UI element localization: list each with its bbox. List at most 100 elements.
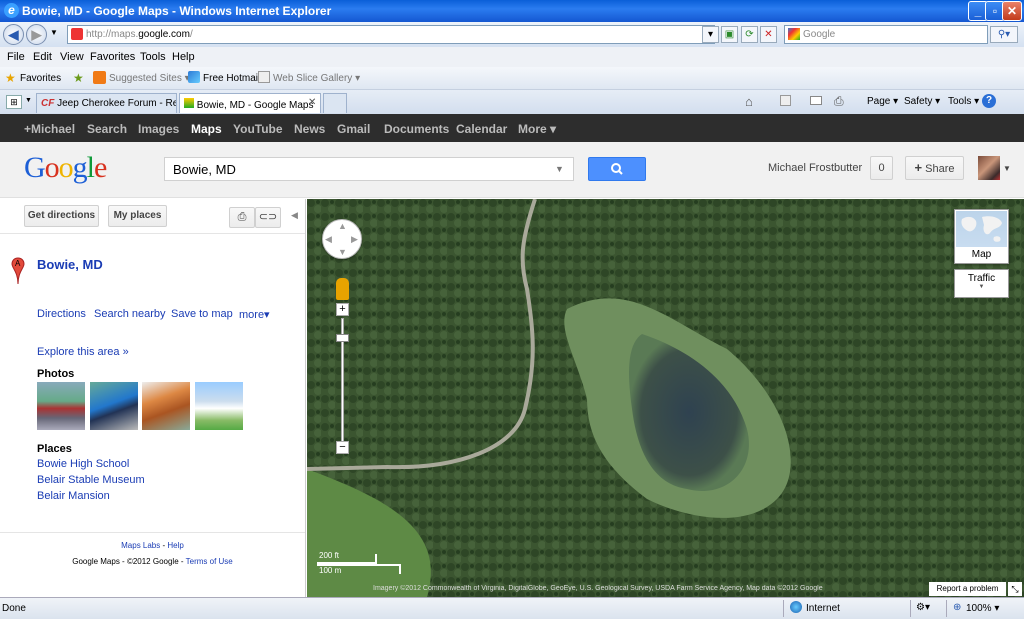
share-label: Share <box>925 163 955 175</box>
protected-mode-icon[interactable]: ⚙▾ <box>916 602 930 613</box>
ie-search-input[interactable]: Google <box>784 25 988 44</box>
print-button[interactable]: ⎙ <box>229 207 255 228</box>
place-link-bowie-high-school[interactable]: Bowie High School <box>37 458 129 470</box>
save-to-map-link[interactable]: Save to map <box>171 308 233 320</box>
pan-left-icon[interactable]: ◀ <box>325 234 332 245</box>
address-input[interactable]: http://maps.google.com/ <box>67 25 715 44</box>
share-button[interactable]: + Share <box>905 156 964 180</box>
gbar-more[interactable]: More ▾ <box>518 122 556 136</box>
menu-help[interactable]: Help <box>172 51 195 63</box>
gbar-documents[interactable]: Documents <box>384 122 449 136</box>
free-hotmail-link[interactable]: Free Hotmail <box>203 73 260 84</box>
zoom-out-button[interactable]: − <box>336 441 349 454</box>
search-dropdown-icon[interactable]: ▼ <box>555 164 564 174</box>
link-button[interactable]: ⊂⊃ <box>255 207 281 228</box>
gbar-profile[interactable]: +Michael <box>24 122 75 136</box>
feeds-icon[interactable] <box>780 95 791 106</box>
google-logo[interactable]: Google <box>24 151 107 185</box>
gbar-youtube[interactable]: YouTube <box>233 122 283 136</box>
compat-view-icon[interactable]: ▣ <box>721 26 738 43</box>
menu-edit[interactable]: Edit <box>33 51 52 63</box>
gbar-news[interactable]: News <box>294 122 325 136</box>
tools-menu[interactable]: Tools ▾ <box>948 96 979 107</box>
photo-thumbnail[interactable] <box>37 382 85 430</box>
gbar-maps[interactable]: Maps <box>191 122 222 136</box>
maps-header: Google Bowie, MD ▼ Michael Frostbutter 0… <box>0 142 1024 198</box>
gbar-gmail[interactable]: Gmail <box>337 122 370 136</box>
get-directions-button[interactable]: Get directions <box>24 205 99 227</box>
tab-list-dropdown-icon[interactable]: ▼ <box>25 97 32 104</box>
refresh-icon[interactable]: ⟳ <box>741 26 758 43</box>
zoom-icon[interactable]: ⊕ <box>953 602 961 613</box>
resize-map-icon[interactable]: ⤡ <box>1008 582 1022 596</box>
safety-menu[interactable]: Safety ▾ <box>904 96 940 107</box>
forward-button[interactable]: ▶ <box>26 24 47 45</box>
url-prefix: http://maps. <box>86 29 139 40</box>
address-dropdown-icon[interactable]: ▾ <box>702 26 719 43</box>
username[interactable]: Michael Frostbutter <box>768 162 862 174</box>
account-dropdown-icon[interactable]: ▼ <box>1003 164 1011 173</box>
place-link-belair-stable-museum[interactable]: Belair Stable Museum <box>37 474 145 486</box>
pan-right-icon[interactable]: ▶ <box>351 234 358 245</box>
add-favorite-icon[interactable]: ★ <box>73 71 84 85</box>
search-icon <box>611 163 623 175</box>
zoom-in-button[interactable]: + <box>336 303 349 316</box>
gbar-calendar[interactable]: Calendar <box>456 122 507 136</box>
maps-labs-link[interactable]: Maps Labs <box>121 541 160 550</box>
back-button[interactable]: ◀ <box>3 24 24 45</box>
traffic-button[interactable]: Traffic ▼ <box>954 269 1009 298</box>
home-icon[interactable]: ⌂ <box>745 94 753 109</box>
pan-down-icon[interactable]: ▼ <box>338 247 347 257</box>
tab-jeep-forum[interactable]: CF Jeep Cherokee Forum - Repl... <box>36 93 177 113</box>
close-tab-icon[interactable]: ✕ <box>308 97 316 108</box>
pan-control[interactable]: ▲ ▼ ◀ ▶ <box>322 219 362 259</box>
more-actions-link[interactable]: more▾ <box>239 308 270 321</box>
pegman-icon[interactable] <box>336 278 349 300</box>
help-icon[interactable]: ? <box>982 94 996 108</box>
photo-thumbnail[interactable] <box>142 382 190 430</box>
avatar[interactable] <box>978 156 1000 180</box>
help-link[interactable]: Help <box>167 541 183 550</box>
favorites-button[interactable]: Favorites <box>20 73 61 84</box>
new-tab-button[interactable] <box>323 93 347 113</box>
menu-view[interactable]: View <box>60 51 84 63</box>
gbar-search[interactable]: Search <box>87 122 127 136</box>
terms-link[interactable]: Terms of Use <box>186 557 233 566</box>
web-slice-gallery-link[interactable]: Web Slice Gallery ▾ <box>273 73 360 84</box>
photo-thumbnail[interactable] <box>90 382 138 430</box>
page-menu[interactable]: Page ▾ <box>867 96 898 107</box>
explore-area-link[interactable]: Explore this area » <box>37 346 129 358</box>
read-mail-icon[interactable] <box>810 96 822 105</box>
search-nearby-link[interactable]: Search nearby <box>94 308 166 320</box>
traffic-dropdown-icon: ▼ <box>978 284 985 290</box>
history-dropdown-icon[interactable]: ▼ <box>50 28 58 37</box>
notification-count[interactable]: 0 <box>870 156 893 180</box>
menu-tools[interactable]: Tools <box>140 51 166 63</box>
pan-up-icon[interactable]: ▲ <box>338 221 347 231</box>
menu-file[interactable]: File <box>7 51 25 63</box>
zoom-slider-handle[interactable] <box>336 334 349 342</box>
collapse-panel-icon[interactable]: ◀ <box>291 210 298 221</box>
place-title[interactable]: Bowie, MD <box>37 257 103 272</box>
scale-tick <box>399 564 401 574</box>
map-attribution: Imagery ©2012 Commonwealth of Virginia, … <box>373 585 823 592</box>
photo-thumbnail[interactable] <box>195 382 243 430</box>
suggested-sites-link[interactable]: Suggested Sites ▾ <box>109 73 190 84</box>
gbar-images[interactable]: Images <box>138 122 179 136</box>
menu-favorites[interactable]: Favorites <box>90 51 135 63</box>
report-problem-link[interactable]: Report a problem <box>929 582 1006 596</box>
print-icon[interactable]: ⎙ <box>834 94 844 109</box>
map-canvas[interactable]: ▲ ▼ ◀ ▶ + − Map Traffic ▼ 200 ft 100 m I… <box>307 199 1024 597</box>
ie-search-button[interactable]: ⚲▾ <box>990 26 1018 43</box>
directions-link[interactable]: Directions <box>37 308 86 320</box>
quick-tabs-icon[interactable]: ⊞ <box>6 95 22 109</box>
close-button[interactable]: ✕ <box>1002 1 1022 21</box>
zoom-level[interactable]: 100% ▾ <box>966 603 999 614</box>
my-places-button[interactable]: My places <box>108 205 167 227</box>
maps-search-input[interactable]: Bowie, MD ▼ <box>164 157 574 181</box>
maps-search-button[interactable] <box>588 157 646 181</box>
stop-icon[interactable]: ✕ <box>760 26 777 43</box>
tab-google-maps[interactable]: Bowie, MD - Google Maps ✕ <box>179 93 321 113</box>
map-type-button[interactable]: Map <box>954 209 1009 264</box>
place-link-belair-mansion[interactable]: Belair Mansion <box>37 490 110 502</box>
